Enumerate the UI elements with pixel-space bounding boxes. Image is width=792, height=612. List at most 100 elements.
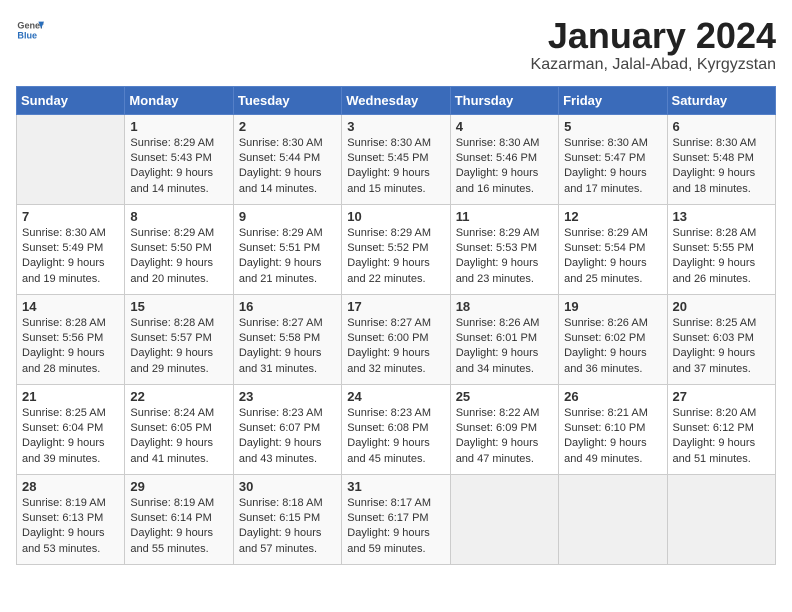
sunset-line: Sunset: 5:50 PM bbox=[130, 241, 227, 256]
sunset-line: Sunset: 5:53 PM bbox=[456, 241, 553, 256]
daylight-line: Daylight: 9 hours bbox=[347, 166, 444, 181]
daylight-minutes-line: and 17 minutes. bbox=[564, 182, 661, 197]
calendar-cell: 5Sunrise: 8:30 AMSunset: 5:47 PMDaylight… bbox=[559, 114, 667, 204]
calendar-cell: 29Sunrise: 8:19 AMSunset: 6:14 PMDayligh… bbox=[125, 474, 233, 564]
day-number: 11 bbox=[456, 209, 553, 224]
day-number: 24 bbox=[347, 389, 444, 404]
daylight-line: Daylight: 9 hours bbox=[130, 526, 227, 541]
sunset-line: Sunset: 6:03 PM bbox=[673, 331, 770, 346]
calendar-cell: 12Sunrise: 8:29 AMSunset: 5:54 PMDayligh… bbox=[559, 204, 667, 294]
sunset-line: Sunset: 5:45 PM bbox=[347, 151, 444, 166]
sunset-line: Sunset: 6:12 PM bbox=[673, 421, 770, 436]
calendar-cell: 23Sunrise: 8:23 AMSunset: 6:07 PMDayligh… bbox=[233, 384, 341, 474]
day-number: 1 bbox=[130, 119, 227, 134]
day-number: 25 bbox=[456, 389, 553, 404]
calendar-cell: 21Sunrise: 8:25 AMSunset: 6:04 PMDayligh… bbox=[17, 384, 125, 474]
day-number: 5 bbox=[564, 119, 661, 134]
sunrise-line: Sunrise: 8:23 AM bbox=[347, 406, 444, 421]
daylight-line: Daylight: 9 hours bbox=[673, 256, 770, 271]
day-number: 4 bbox=[456, 119, 553, 134]
day-number: 30 bbox=[239, 479, 336, 494]
calendar-cell: 9Sunrise: 8:29 AMSunset: 5:51 PMDaylight… bbox=[233, 204, 341, 294]
daylight-line: Daylight: 9 hours bbox=[456, 166, 553, 181]
calendar-cell: 20Sunrise: 8:25 AMSunset: 6:03 PMDayligh… bbox=[667, 294, 775, 384]
calendar-week-1: 1Sunrise: 8:29 AMSunset: 5:43 PMDaylight… bbox=[17, 114, 776, 204]
sunrise-line: Sunrise: 8:30 AM bbox=[456, 136, 553, 151]
daylight-minutes-line: and 34 minutes. bbox=[456, 362, 553, 377]
daylight-line: Daylight: 9 hours bbox=[673, 436, 770, 451]
sunset-line: Sunset: 6:15 PM bbox=[239, 511, 336, 526]
sunrise-line: Sunrise: 8:19 AM bbox=[130, 496, 227, 511]
daylight-minutes-line: and 19 minutes. bbox=[22, 272, 119, 287]
sunrise-line: Sunrise: 8:17 AM bbox=[347, 496, 444, 511]
day-number: 8 bbox=[130, 209, 227, 224]
daylight-minutes-line: and 43 minutes. bbox=[239, 452, 336, 467]
calendar-week-5: 28Sunrise: 8:19 AMSunset: 6:13 PMDayligh… bbox=[17, 474, 776, 564]
sunrise-line: Sunrise: 8:28 AM bbox=[673, 226, 770, 241]
sunrise-line: Sunrise: 8:29 AM bbox=[456, 226, 553, 241]
daylight-line: Daylight: 9 hours bbox=[22, 436, 119, 451]
header-thursday: Thursday bbox=[450, 86, 558, 114]
daylight-line: Daylight: 9 hours bbox=[130, 346, 227, 361]
daylight-line: Daylight: 9 hours bbox=[22, 346, 119, 361]
daylight-line: Daylight: 9 hours bbox=[347, 346, 444, 361]
sunrise-line: Sunrise: 8:30 AM bbox=[673, 136, 770, 151]
sunset-line: Sunset: 6:01 PM bbox=[456, 331, 553, 346]
calendar-week-3: 14Sunrise: 8:28 AMSunset: 5:56 PMDayligh… bbox=[17, 294, 776, 384]
sunset-line: Sunset: 6:08 PM bbox=[347, 421, 444, 436]
calendar-cell: 4 Sunrise: 8:30 AMSunset: 5:46 PMDaylight… bbox=[450, 114, 558, 204]
calendar-cell: 15Sunrise: 8:28 AMSunset: 5:57 PMDayligh… bbox=[125, 294, 233, 384]
calendar-cell: 11 Sunrise: 8:29 AMSunset: 5:53 PMDayligh… bbox=[450, 204, 558, 294]
sunrise-line: Sunrise: 8:26 AM bbox=[456, 316, 553, 331]
calendar-cell: 28Sunrise: 8:19 AMSunset: 6:13 PMDayligh… bbox=[17, 474, 125, 564]
day-number: 14 bbox=[22, 299, 119, 314]
sunrise-line: Sunrise: 8:30 AM bbox=[22, 226, 119, 241]
calendar-cell: 1Sunrise: 8:29 AMSunset: 5:43 PMDaylight… bbox=[125, 114, 233, 204]
daylight-minutes-line: and 53 minutes. bbox=[22, 542, 119, 557]
sunrise-line: Sunrise: 8:23 AM bbox=[239, 406, 336, 421]
daylight-minutes-line: and 14 minutes. bbox=[239, 182, 336, 197]
subtitle: Kazarman, Jalal-Abad, Kyrgyzstan bbox=[531, 56, 776, 74]
sunrise-line: Sunrise: 8:28 AM bbox=[22, 316, 119, 331]
daylight-minutes-line: and 23 minutes. bbox=[456, 272, 553, 287]
calendar-cell: 19Sunrise: 8:26 AMSunset: 6:02 PMDayligh… bbox=[559, 294, 667, 384]
month-title: January 2024 bbox=[531, 16, 776, 56]
daylight-minutes-line: and 41 minutes. bbox=[130, 452, 227, 467]
sunset-line: Sunset: 6:00 PM bbox=[347, 331, 444, 346]
calendar-cell: 26Sunrise: 8:21 AMSunset: 6:10 PMDayligh… bbox=[559, 384, 667, 474]
day-number: 22 bbox=[130, 389, 227, 404]
sunset-line: Sunset: 6:17 PM bbox=[347, 511, 444, 526]
daylight-minutes-line: and 20 minutes. bbox=[130, 272, 227, 287]
calendar-cell: 30Sunrise: 8:18 AMSunset: 6:15 PMDayligh… bbox=[233, 474, 341, 564]
daylight-minutes-line: and 14 minutes. bbox=[130, 182, 227, 197]
daylight-minutes-line: and 18 minutes. bbox=[673, 182, 770, 197]
daylight-line: Daylight: 9 hours bbox=[456, 256, 553, 271]
sunset-line: Sunset: 6:02 PM bbox=[564, 331, 661, 346]
daylight-minutes-line: and 25 minutes. bbox=[564, 272, 661, 287]
calendar-cell: 31Sunrise: 8:17 AMSunset: 6:17 PMDayligh… bbox=[342, 474, 450, 564]
daylight-minutes-line: and 57 minutes. bbox=[239, 542, 336, 557]
day-number: 17 bbox=[347, 299, 444, 314]
sunset-line: Sunset: 5:51 PM bbox=[239, 241, 336, 256]
sunset-line: Sunset: 5:47 PM bbox=[564, 151, 661, 166]
day-number: 21 bbox=[22, 389, 119, 404]
day-number: 9 bbox=[239, 209, 336, 224]
sunset-line: Sunset: 5:46 PM bbox=[456, 151, 553, 166]
day-number: 29 bbox=[130, 479, 227, 494]
daylight-minutes-line: and 32 minutes. bbox=[347, 362, 444, 377]
daylight-line: Daylight: 9 hours bbox=[130, 256, 227, 271]
daylight-minutes-line: and 37 minutes. bbox=[673, 362, 770, 377]
daylight-minutes-line: and 31 minutes. bbox=[239, 362, 336, 377]
daylight-minutes-line: and 22 minutes. bbox=[347, 272, 444, 287]
header-saturday: Saturday bbox=[667, 86, 775, 114]
sunset-line: Sunset: 6:07 PM bbox=[239, 421, 336, 436]
daylight-minutes-line: and 21 minutes. bbox=[239, 272, 336, 287]
sunset-line: Sunset: 5:54 PM bbox=[564, 241, 661, 256]
sunrise-line: Sunrise: 8:21 AM bbox=[564, 406, 661, 421]
sunset-line: Sunset: 5:49 PM bbox=[22, 241, 119, 256]
sunset-line: Sunset: 5:43 PM bbox=[130, 151, 227, 166]
header-friday: Friday bbox=[559, 86, 667, 114]
header-monday: Monday bbox=[125, 86, 233, 114]
calendar-body: 1 Sunrise: 8:29 AM Sunset: 5:43 PM Daylight… bbox=[17, 114, 776, 564]
day-number: 6 bbox=[673, 119, 770, 134]
